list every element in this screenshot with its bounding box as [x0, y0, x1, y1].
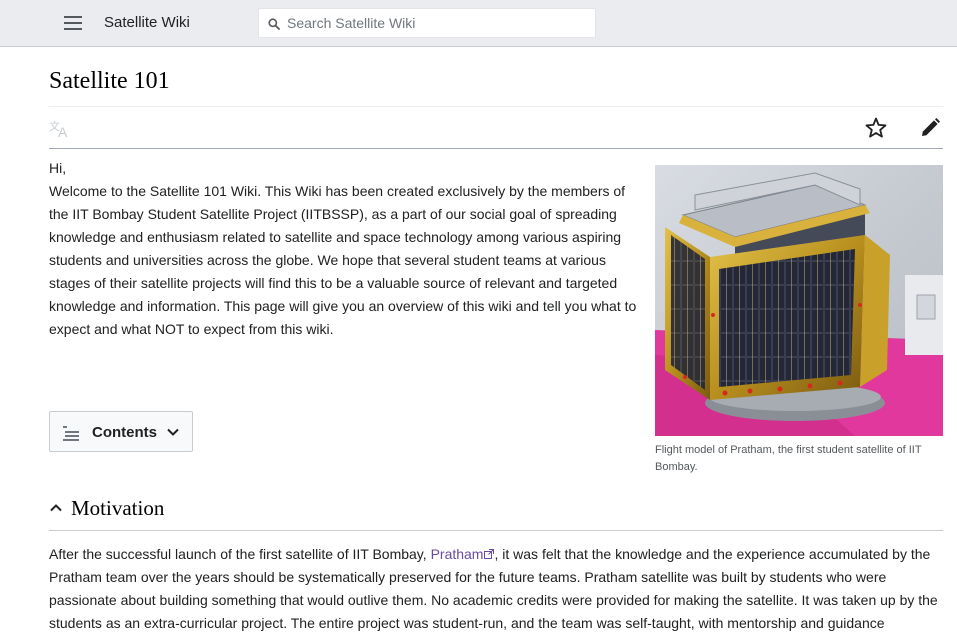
search-icon — [268, 18, 280, 30]
satellite-image[interactable] — [655, 165, 943, 436]
section-heading-motivation[interactable]: Motivation — [49, 495, 943, 531]
thumbnail-figure: Flight model of Pratham, the first stude… — [655, 165, 943, 476]
para-text-before-link: After the successful launch of the first… — [49, 546, 431, 562]
contents-label: Contents — [92, 424, 157, 441]
site-header: Satellite Wiki — [0, 0, 957, 47]
intro-text: Hi, Welcome to the Satellite 101 Wiki. T… — [49, 157, 639, 341]
menu-icon[interactable] — [62, 13, 84, 33]
edit-pencil-icon[interactable] — [918, 116, 942, 140]
search-box[interactable] — [258, 8, 596, 38]
language-icon[interactable]: 文 A — [49, 119, 73, 139]
chevron-down-icon — [167, 428, 179, 436]
section-title: Motivation — [71, 496, 165, 520]
page-toolbar: 文 A — [49, 114, 943, 148]
title-divider — [49, 106, 943, 107]
figure-caption: Flight model of Pratham, the first stude… — [655, 444, 922, 473]
pratham-link[interactable]: Pratham — [431, 546, 495, 562]
toolbar-divider — [49, 148, 943, 149]
motivation-paragraph: After the successful launch of the first… — [49, 543, 943, 635]
search-input[interactable] — [287, 10, 587, 36]
external-link-icon — [484, 549, 495, 559]
site-title[interactable]: Satellite Wiki — [104, 14, 190, 31]
intro-paragraph: Welcome to the Satellite 101 Wiki. This … — [49, 183, 637, 337]
pratham-link-text: Pratham — [430, 546, 484, 562]
star-icon[interactable] — [864, 116, 888, 140]
contents-toggle-button[interactable]: Contents — [49, 411, 193, 452]
page-title: Satellite 101 — [49, 68, 170, 94]
svg-text:A: A — [58, 124, 68, 139]
chevron-up-icon — [50, 504, 62, 512]
greeting: Hi, — [49, 160, 67, 176]
contents-list-icon — [63, 426, 79, 441]
